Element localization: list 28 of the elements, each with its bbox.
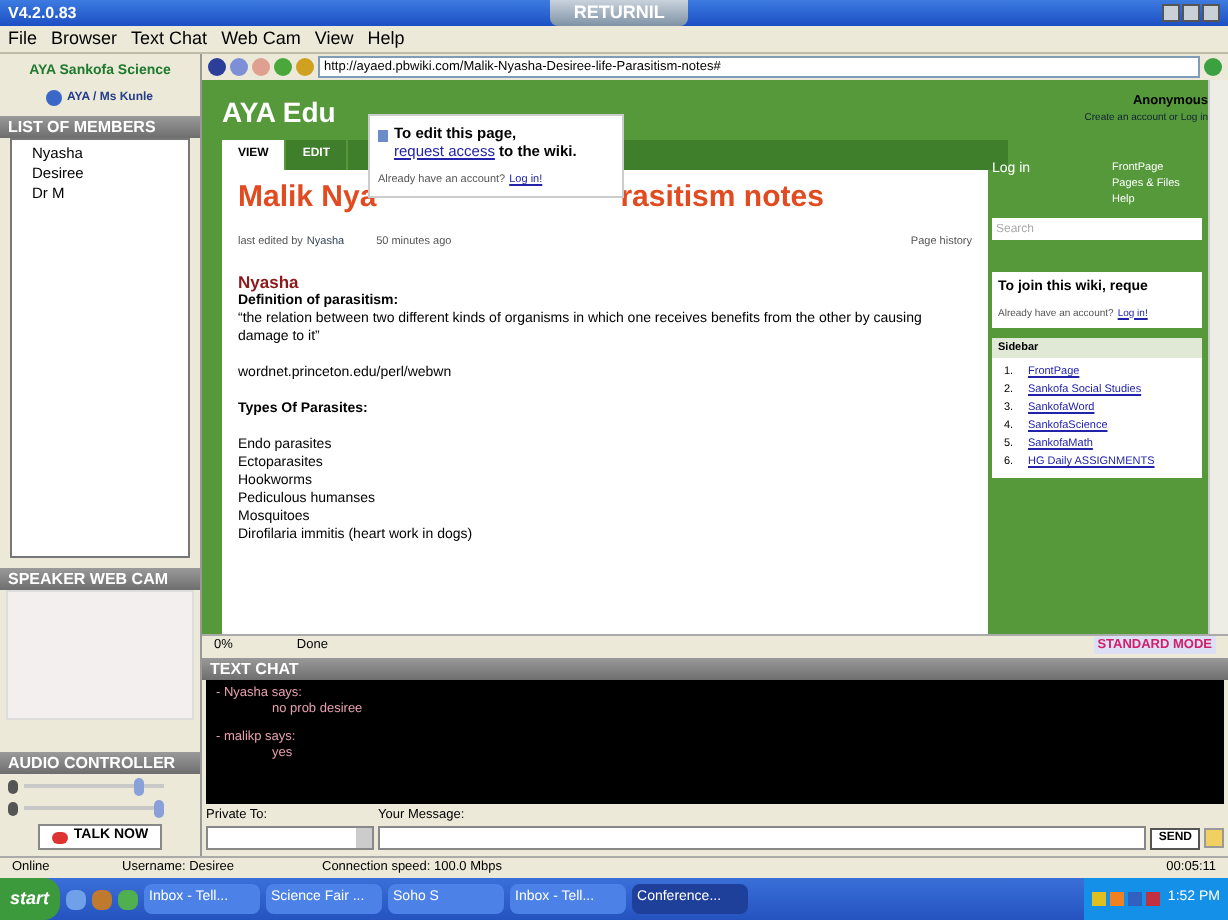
menu-item[interactable]: Help bbox=[367, 25, 405, 53]
volume-slider[interactable] bbox=[24, 798, 164, 818]
menu-item[interactable]: Text Chat bbox=[131, 25, 208, 53]
volume-slider[interactable] bbox=[24, 776, 164, 796]
slider-thumb[interactable] bbox=[133, 777, 143, 795]
message-field[interactable] bbox=[378, 826, 1147, 851]
panel-header: SPEAKER WEB CAM bbox=[0, 567, 200, 589]
close-button[interactable] bbox=[1202, 4, 1220, 22]
slider-thumb[interactable] bbox=[154, 799, 164, 817]
author-name: Nyasha bbox=[238, 273, 301, 292]
maximize-button[interactable] bbox=[1182, 4, 1200, 22]
site-title: AYA Edu bbox=[222, 94, 336, 132]
window-title: V4.2.0.83 bbox=[8, 1, 77, 25]
quick-launch-icon[interactable] bbox=[117, 889, 138, 909]
menu-item[interactable]: View bbox=[314, 25, 354, 53]
quick-launch-icon[interactable] bbox=[91, 889, 112, 909]
menu-item[interactable]: Web Cam bbox=[221, 25, 301, 53]
panel-header: LIST OF MEMBERS bbox=[0, 115, 200, 137]
menu-item[interactable]: Browser bbox=[51, 25, 118, 53]
menu-item[interactable]: File bbox=[8, 25, 38, 53]
panel-header: AUDIO CONTROLLER bbox=[0, 752, 200, 774]
quick-launch-icon[interactable] bbox=[65, 889, 86, 909]
private-dropdown[interactable] bbox=[206, 826, 374, 851]
scrollbar[interactable] bbox=[1208, 80, 1228, 634]
start-button[interactable]: start bbox=[0, 878, 60, 920]
page-title: rasitism notes bbox=[620, 178, 824, 218]
minimize-button[interactable] bbox=[1162, 4, 1180, 22]
panel-header: TEXT CHAT bbox=[202, 658, 1228, 680]
